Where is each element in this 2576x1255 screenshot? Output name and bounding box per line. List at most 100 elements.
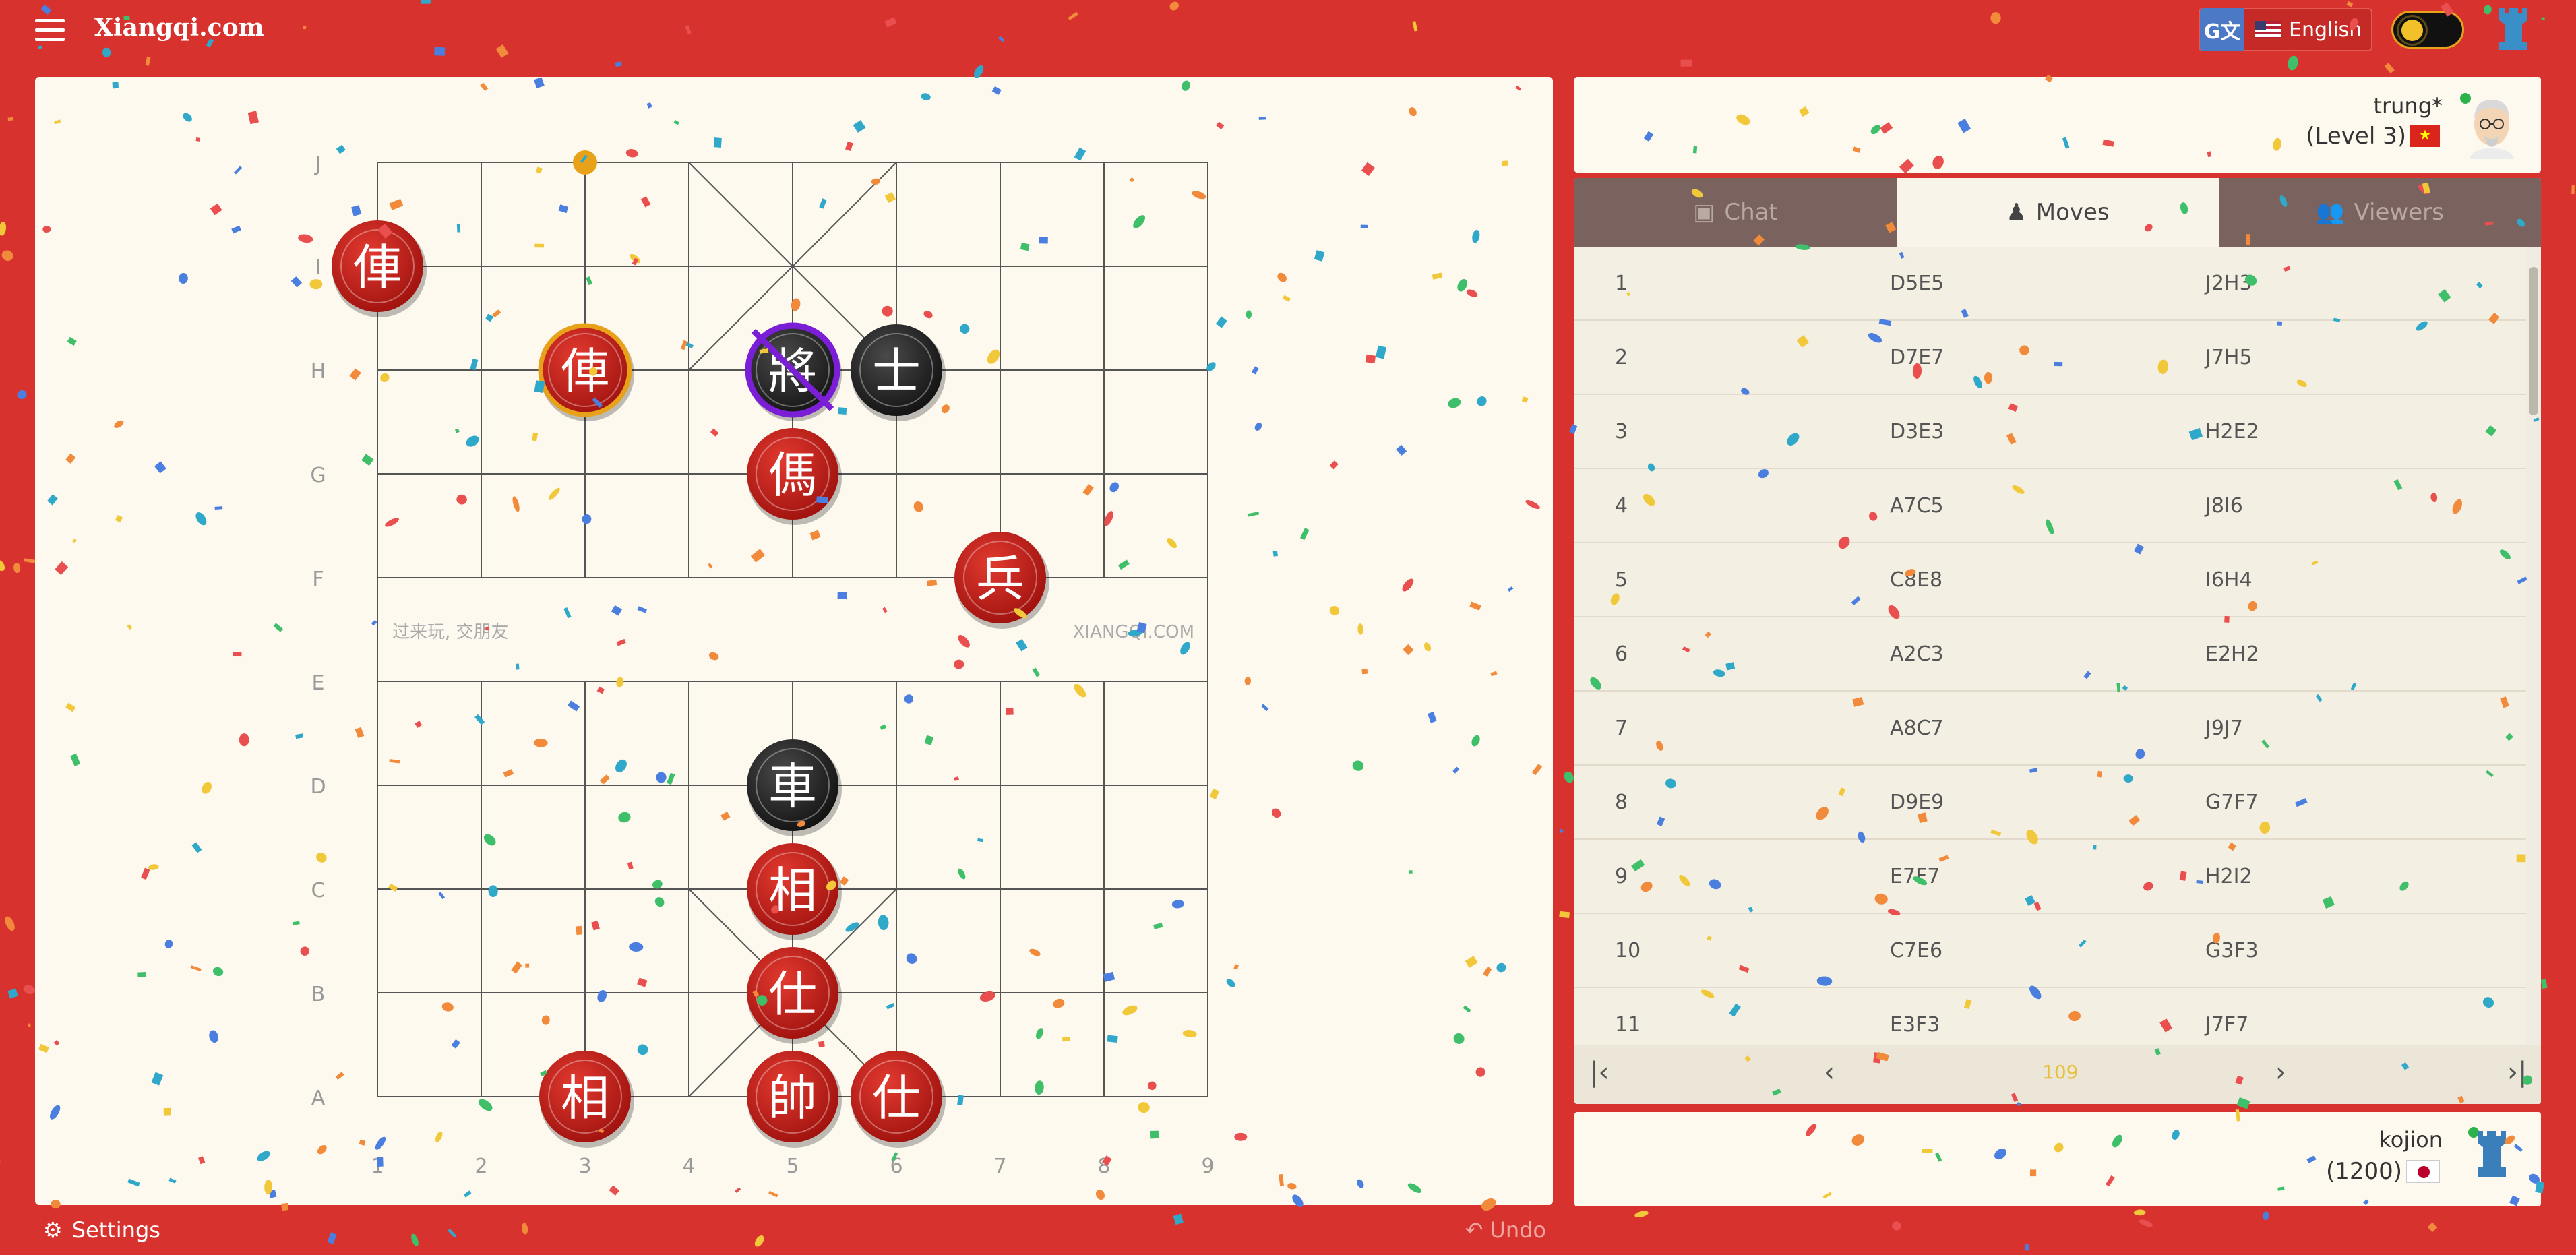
file-label: 9 — [1201, 1155, 1214, 1178]
move-number: 2 — [1615, 345, 1628, 369]
red-piece[interactable]: 兵 — [954, 532, 1049, 629]
black-move: J8I6 — [2205, 493, 2243, 518]
black-move: H2E2 — [2205, 419, 2259, 443]
next-move-icon[interactable]: › — [2275, 1057, 2286, 1088]
red-piece[interactable]: 帥 — [747, 1051, 842, 1148]
black-move: J2H3 — [2205, 271, 2252, 295]
confetti-piece — [2571, 185, 2575, 195]
file-label: 3 — [578, 1155, 591, 1178]
move-row[interactable]: 2 D7E7 J7H5 — [1574, 321, 2526, 395]
red-piece[interactable]: 仕 — [747, 947, 842, 1044]
red-piece[interactable]: 俥 — [538, 323, 634, 421]
confetti-piece — [1559, 911, 1570, 918]
move-navigation: |‹ ‹ 109 › ›| — [1574, 1045, 2541, 1104]
confetti-piece — [2133, 1209, 2146, 1216]
move-counter: 109 — [2042, 1061, 2079, 1083]
moves-list[interactable]: 1 D5E5 J2H3 2 D7E7 J7H5 3 D3E3 H2E2 4 A7C5 J8I6 5 C8E… — [1574, 247, 2526, 1045]
tab-viewers[interactable]: 👥 Viewers — [2219, 178, 2541, 247]
us-flag-icon — [2255, 21, 2281, 38]
site-title[interactable]: Xiangqi.com — [94, 13, 264, 42]
confetti-piece — [1564, 771, 1574, 783]
move-number: 11 — [1615, 1012, 1641, 1037]
prev-move-icon[interactable]: ‹ — [1824, 1057, 1835, 1088]
move-number: 6 — [1615, 642, 1628, 666]
opponent-avatar[interactable] — [2463, 92, 2521, 159]
rook-avatar-icon[interactable] — [2474, 1128, 2510, 1182]
confetti-piece — [27, 1023, 31, 1027]
move-row[interactable]: 1 D5E5 J2H3 — [1574, 247, 2526, 321]
opponent-card: trung* (Level 3) — [1574, 77, 2541, 173]
confetti-piece — [17, 390, 27, 400]
file-label: 4 — [682, 1155, 695, 1178]
scrollbar-thumb[interactable] — [2529, 267, 2538, 415]
player-rating-row: (1200) — [2326, 1158, 2440, 1185]
black-piece[interactable]: 士 — [851, 324, 946, 421]
confetti-piece — [1892, 1221, 1901, 1231]
language-selector[interactable]: G文 English — [2199, 8, 2372, 51]
rank-label: B — [311, 983, 326, 1006]
rook-logo-icon[interactable] — [2495, 5, 2532, 53]
theme-toggle[interactable] — [2391, 11, 2464, 49]
player-name[interactable]: kojion — [2379, 1127, 2443, 1153]
move-row[interactable]: 5 C8E8 I6H4 — [1574, 543, 2526, 617]
first-move-icon[interactable]: |‹ — [1589, 1057, 1609, 1088]
moves-scrollbar[interactable] — [2526, 247, 2541, 1045]
confetti-piece — [1, 250, 13, 261]
move-number: 4 — [1615, 493, 1628, 518]
move-number: 3 — [1615, 419, 1628, 443]
move-number: 7 — [1615, 716, 1628, 740]
red-piece[interactable]: 傌 — [747, 428, 842, 525]
confetti-piece — [2540, 979, 2548, 989]
tab-chat[interactable]: ▣ Chat — [1574, 178, 1897, 247]
undo-label: Undo — [1490, 1217, 1546, 1243]
red-move: A2C3 — [1890, 642, 1944, 666]
move-row[interactable]: 7 A8C7 J9J7 — [1574, 692, 2526, 766]
black-piece[interactable]: 車 — [747, 739, 842, 836]
settings-label: Settings — [71, 1217, 160, 1243]
move-row[interactable]: 4 A7C5 J8I6 — [1574, 469, 2526, 543]
red-piece[interactable]: 仕 — [851, 1051, 946, 1148]
red-piece[interactable]: 俥 — [332, 220, 427, 317]
japan-flag-icon — [2406, 1160, 2440, 1183]
black-move: J9J7 — [2205, 716, 2243, 740]
google-translate-icon[interactable]: G文 — [2200, 8, 2244, 51]
black-piece[interactable]: 將 — [745, 322, 842, 421]
rank-label: C — [311, 879, 326, 902]
confetti-piece — [0, 1156, 1, 1167]
move-row[interactable]: 6 A2C3 E2H2 — [1574, 617, 2526, 692]
hamburger-menu-icon[interactable] — [35, 19, 65, 43]
red-piece[interactable]: 相 — [539, 1051, 634, 1148]
settings-button[interactable]: ⚙ Settings — [43, 1217, 160, 1243]
move-row[interactable]: 10 C7E6 G3F3 — [1574, 914, 2526, 988]
red-move: D3E3 — [1890, 419, 1944, 443]
move-row[interactable]: 8 D9E9 G7F7 — [1574, 766, 2526, 840]
last-move-icon[interactable]: ›| — [2507, 1057, 2527, 1088]
confetti-piece — [2262, 1211, 2269, 1221]
piece-label: 車 — [768, 758, 817, 815]
tab-bar: ▣ Chat ♟ Moves 👥 Viewers — [1574, 178, 2541, 247]
move-row[interactable]: 3 D3E3 H2E2 — [1574, 395, 2526, 469]
black-move: J7F7 — [2205, 1012, 2249, 1037]
red-move: C8E8 — [1890, 568, 1943, 592]
opponent-name[interactable]: trung* — [2373, 93, 2443, 119]
rank-label: D — [310, 775, 326, 799]
red-piece[interactable]: 相 — [747, 843, 842, 940]
confetti-piece — [7, 988, 18, 999]
tab-moves[interactable]: ♟ Moves — [1897, 178, 2219, 247]
black-move: G7F7 — [2205, 790, 2259, 814]
rank-label: H — [311, 360, 326, 384]
confetti-piece — [0, 221, 7, 236]
undo-button[interactable]: ↶ Undo — [1465, 1217, 1546, 1243]
move-row[interactable]: 9 E7F7 H2I2 — [1574, 840, 2526, 914]
xiangqi-board[interactable]: 过来玩, 交朋友 XIANGQI.COMJIHGFEDCBA1 2 3 4 5 6 7 8 9俥俥… — [35, 77, 1553, 1205]
player-card: kojion (1200) — [1574, 1112, 2541, 1206]
file-label: 8 — [1097, 1155, 1110, 1178]
rank-label: J — [314, 152, 321, 176]
move-row[interactable]: 11 E3F3 J7F7 — [1574, 988, 2526, 1045]
piece-label: 俥 — [561, 343, 609, 400]
red-move: A7C5 — [1890, 493, 1944, 518]
tab-viewers-label: Viewers — [2354, 199, 2444, 226]
top-bar: Xiangqi.com G文 English — [0, 0, 2576, 62]
confetti-piece — [2384, 63, 2395, 74]
confetti-piece — [2139, 1219, 2153, 1227]
